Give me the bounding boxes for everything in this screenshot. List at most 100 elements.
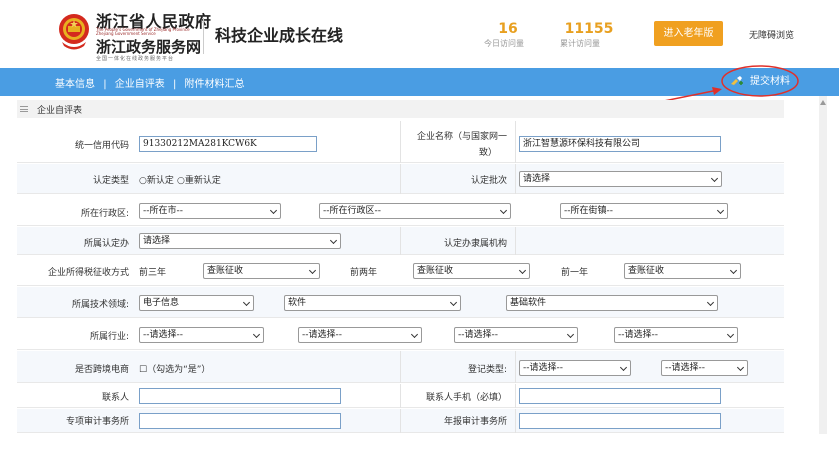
form-row-tech: 所属技术领域: 电子信息 软件 基础软件 bbox=[17, 287, 784, 318]
cert-type-renew-radio[interactable]: ○重新认定 bbox=[177, 173, 221, 186]
chevron-down-icon bbox=[706, 298, 715, 307]
audit-special-label: 专项审计事务所 bbox=[65, 417, 129, 427]
reg-type-1-value: --请选择-- bbox=[523, 363, 563, 373]
tech-field-2-value: 软件 bbox=[288, 298, 307, 308]
brand-subtitle: 浙江政务服务网 bbox=[96, 38, 202, 56]
chevron-down-icon bbox=[710, 174, 719, 183]
tech-field-3-select[interactable]: 基础软件 bbox=[506, 295, 718, 311]
scroll-up-icon[interactable] bbox=[820, 100, 826, 105]
contact-input[interactable] bbox=[139, 388, 341, 404]
section-title: 企业自评表 bbox=[37, 106, 83, 116]
chevron-down-icon bbox=[729, 266, 738, 275]
chevron-down-icon bbox=[716, 206, 725, 215]
tech-field-2-select[interactable]: 软件 bbox=[284, 295, 461, 311]
form-row-credit: 统一信用代码 91330212MA281KCW6K 企业名称（与国家网一 致） … bbox=[17, 121, 784, 163]
column-divider bbox=[400, 409, 401, 433]
region-street-value: --所在街镇-- bbox=[564, 206, 613, 216]
office-value: 请选择 bbox=[143, 236, 171, 246]
region-district-select[interactable]: --所在行政区-- bbox=[319, 203, 511, 219]
reg-type-2-value: --请选择-- bbox=[665, 363, 705, 373]
audit-annual-input[interactable] bbox=[519, 413, 721, 429]
form-row-ecommerce: 是否跨境电商 ☐（勾选为“是”） 登记类型: --请选择-- --请选择-- bbox=[17, 351, 784, 383]
company-name-label: 企业名称（与国家网一 bbox=[416, 132, 507, 142]
drag-grip-icon bbox=[20, 106, 28, 112]
company-name-input[interactable]: 浙江智慧源环保科技有限公司 bbox=[519, 136, 721, 152]
chevron-down-icon bbox=[252, 330, 261, 339]
chevron-down-icon bbox=[269, 206, 278, 215]
reg-type-label: 登记类型: bbox=[467, 365, 507, 375]
tech-field-1-value: 电子信息 bbox=[143, 298, 180, 308]
office-select[interactable]: 请选择 bbox=[139, 233, 341, 249]
contact-phone-label: 联系人手机（必填） bbox=[425, 393, 507, 403]
industry-2-select[interactable]: --请选择-- bbox=[298, 327, 422, 343]
credit-code-input[interactable]: 91330212MA281KCW6K bbox=[139, 136, 317, 152]
column-divider bbox=[515, 409, 516, 433]
industry-4-value: --请选择-- bbox=[618, 330, 658, 340]
nav-bar: 基本信息 | 企业自评表 | 附件材料汇总 提交材料 bbox=[0, 68, 839, 96]
contact-phone-input[interactable] bbox=[519, 388, 721, 404]
industry-3-select[interactable]: --请选择-- bbox=[454, 327, 578, 343]
industry-2-value: --请选择-- bbox=[302, 330, 342, 340]
column-divider bbox=[400, 384, 401, 408]
tax-label: 企业所得税征收方式 bbox=[47, 268, 129, 278]
today-visits-label: 今日访问量 bbox=[484, 39, 524, 48]
cert-batch-select[interactable]: 请选择 bbox=[519, 171, 722, 187]
industry-1-select[interactable]: --请选择-- bbox=[139, 327, 264, 343]
column-divider bbox=[400, 164, 401, 194]
submit-materials-button[interactable]: 提交材料 bbox=[730, 73, 790, 91]
region-label: 所在行政区: bbox=[80, 209, 129, 219]
elder-mode-button[interactable]: 进入老年版 bbox=[654, 21, 723, 46]
region-street-select[interactable]: --所在街镇-- bbox=[560, 203, 728, 219]
tax-y3-select[interactable]: 查账征收 bbox=[203, 263, 320, 279]
form-row-tax: 企业所得税征收方式 前三年 查账征收 前两年 查账征收 前一年 查账征收 bbox=[17, 256, 784, 286]
reg-type-2-select[interactable]: --请选择-- bbox=[661, 360, 748, 376]
tax-y2-select[interactable]: 查账征收 bbox=[413, 263, 530, 279]
chevron-down-icon bbox=[566, 330, 575, 339]
cert-type-label: 认定类型 bbox=[92, 176, 129, 186]
tech-field-1-select[interactable]: 电子信息 bbox=[139, 295, 254, 311]
total-visits-stat: 11155 累计访问量 bbox=[560, 20, 618, 48]
ecommerce-label: 是否跨境电商 bbox=[74, 365, 129, 375]
submit-icon bbox=[731, 76, 743, 85]
company-name-label-cont: 致） bbox=[478, 148, 497, 158]
header-divider bbox=[203, 18, 204, 54]
industry-4-select[interactable]: --请选择-- bbox=[614, 327, 738, 343]
column-divider bbox=[515, 164, 516, 194]
tax-y3-value: 查账征收 bbox=[207, 266, 244, 276]
region-city-select[interactable]: --所在市-- bbox=[139, 203, 281, 219]
vertical-scrollbar[interactable] bbox=[819, 96, 827, 434]
chevron-down-icon bbox=[329, 236, 338, 245]
tax-y1-value: 查账征收 bbox=[628, 266, 665, 276]
brand-tagline: 全国一体化在线政务服务平台 bbox=[96, 56, 175, 62]
audit-annual-label: 年报审计事务所 bbox=[443, 417, 507, 427]
reg-type-1-select[interactable]: --请选择-- bbox=[519, 360, 631, 376]
chevron-down-icon bbox=[410, 330, 419, 339]
chevron-down-icon bbox=[449, 298, 458, 307]
tax-y1-label: 前一年 bbox=[561, 268, 589, 278]
region-district-value: --所在行政区-- bbox=[323, 206, 381, 216]
industry-3-value: --请选择-- bbox=[458, 330, 498, 340]
column-divider bbox=[400, 227, 401, 255]
tax-y1-select[interactable]: 查账征收 bbox=[624, 263, 741, 279]
tech-field-3-value: 基础软件 bbox=[510, 298, 547, 308]
form-row-contact: 联系人 联系人手机（必填） bbox=[17, 384, 784, 408]
cert-batch-label: 认定批次 bbox=[470, 176, 507, 186]
national-emblem-icon bbox=[59, 14, 89, 50]
tax-y2-value: 查账征收 bbox=[417, 266, 454, 276]
nav-basic-info[interactable]: 基本信息 bbox=[55, 79, 95, 90]
chevron-down-icon bbox=[736, 363, 745, 372]
audit-special-input[interactable] bbox=[139, 413, 341, 429]
nav-separator: | bbox=[103, 79, 107, 90]
accessibility-link[interactable]: 无障碍浏览 bbox=[749, 28, 794, 41]
today-visits-value: 16 bbox=[498, 21, 518, 37]
ecommerce-checkbox[interactable]: ☐（勾选为“是”） bbox=[139, 362, 210, 375]
nav-self-eval[interactable]: 企业自评表 bbox=[115, 79, 165, 90]
form-row-audit: 专项审计事务所 年报审计事务所 bbox=[17, 409, 784, 433]
cert-type-new-radio[interactable]: ○新认定 bbox=[139, 173, 174, 186]
column-divider bbox=[400, 351, 401, 383]
tech-label: 所属技术领域: bbox=[71, 300, 129, 310]
today-visits-stat: 16 今日访问量 bbox=[484, 20, 532, 48]
nav-attachments[interactable]: 附件材料汇总 bbox=[185, 79, 245, 90]
site-header: 浙江省人民政府 The People's Government of Zheji… bbox=[0, 0, 839, 68]
chevron-down-icon bbox=[619, 363, 628, 372]
